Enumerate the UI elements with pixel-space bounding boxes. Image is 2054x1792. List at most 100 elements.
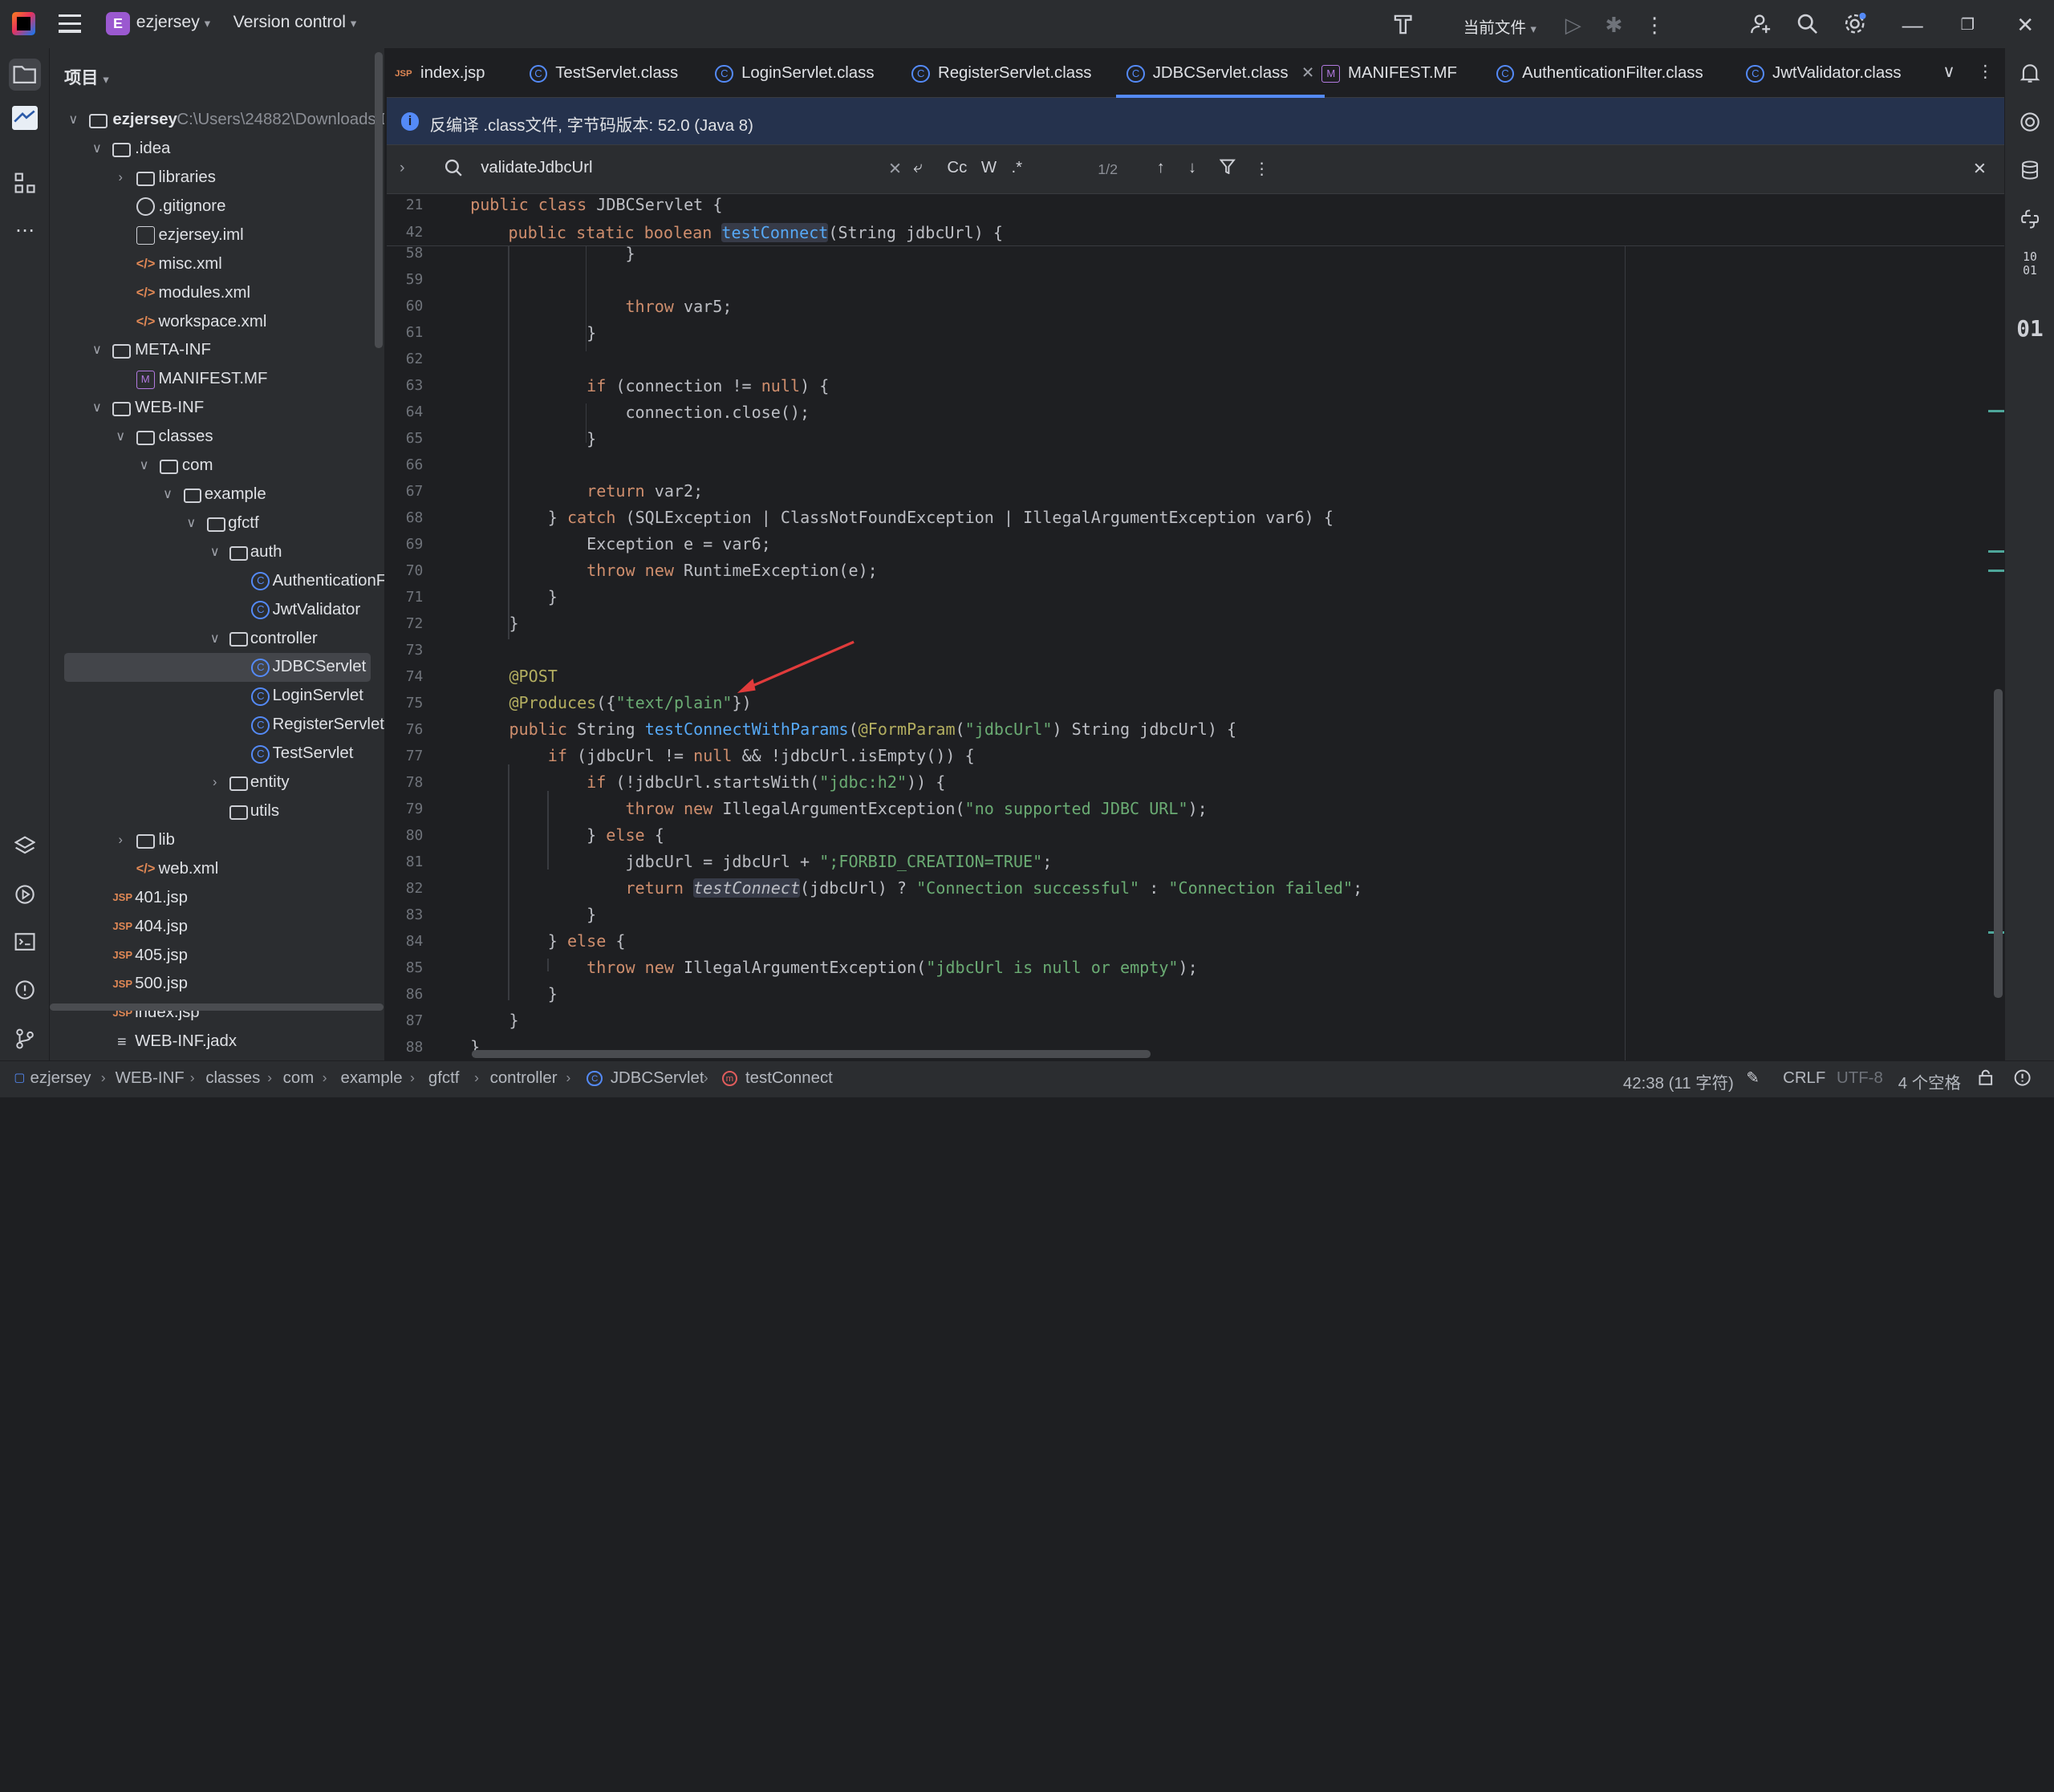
project-horizontal-scrollbar[interactable] bbox=[50, 1003, 384, 1012]
tree-item[interactable]: ∨ classes bbox=[50, 423, 384, 452]
code-line[interactable]: connection.close(); bbox=[625, 403, 810, 422]
tree-item[interactable]: .gitignore bbox=[50, 193, 384, 221]
python-console-icon[interactable] bbox=[2015, 205, 2044, 233]
no-edit-pencil-icon[interactable]: ✎ bbox=[1743, 1069, 1762, 1088]
more-actions-icon[interactable]: ⋮ bbox=[1642, 12, 1668, 39]
code-editor[interactable]: 58} 59 60 throw var5; 61} 62 63 if (connection … bbox=[386, 193, 2005, 1061]
code-line[interactable]: } else { bbox=[548, 931, 626, 951]
indent-setting[interactable]: 4 个空格 bbox=[1898, 1069, 1961, 1093]
breadcrumb-item[interactable]: controller bbox=[490, 1069, 558, 1088]
tree-item[interactable]: JSP 404.jsp bbox=[50, 913, 384, 942]
breadcrumb-item[interactable]: testConnect bbox=[745, 1069, 833, 1088]
code-line[interactable]: } bbox=[587, 323, 596, 343]
breadcrumb-item[interactable]: WEB-INF bbox=[116, 1069, 185, 1088]
tree-item-selected[interactable]: C JDBCServlet bbox=[63, 653, 371, 683]
add-user-icon[interactable] bbox=[1748, 12, 1774, 39]
code-line[interactable]: } bbox=[548, 984, 558, 1003]
notifications-bell-icon[interactable] bbox=[2015, 59, 2044, 87]
jadx-plugin-icon[interactable] bbox=[11, 106, 39, 130]
tree-item[interactable]: ∨ auth bbox=[50, 538, 384, 567]
code-line[interactable]: } bbox=[509, 1011, 518, 1030]
minimize-window-icon[interactable]: — bbox=[1899, 12, 1926, 39]
tab-jdbcservlet[interactable]: C JDBCServlet.class ✕ bbox=[1116, 48, 1326, 99]
project-panel-title[interactable]: 项目 ▾ bbox=[64, 64, 109, 89]
clear-search-icon[interactable]: ✕ bbox=[888, 159, 902, 179]
git-icon[interactable] bbox=[9, 1023, 40, 1054]
previous-occurrence-icon[interactable]: ↑ bbox=[1157, 159, 1165, 177]
binary-editor-icon[interactable]: 01 bbox=[2015, 314, 2044, 343]
file-encoding[interactable]: UTF-8 bbox=[1837, 1069, 1883, 1088]
restore-window-icon[interactable]: ❐ bbox=[1955, 12, 1981, 39]
run-config-selector[interactable]: 当前文件 ▾ bbox=[1463, 14, 1536, 38]
tree-item[interactable]: ∨ .idea bbox=[50, 135, 384, 164]
tree-item[interactable]: ∨ gfctf bbox=[50, 509, 384, 538]
tree-item[interactable]: ezjersey.iml bbox=[50, 221, 384, 250]
project-folder-icon[interactable] bbox=[9, 59, 41, 91]
code-line[interactable]: jdbcUrl = jdbcUrl + ";FORBID_CREATION=TR… bbox=[625, 852, 1052, 871]
tree-item[interactable]: </> web.xml bbox=[50, 855, 384, 884]
code-line[interactable]: return var2; bbox=[587, 481, 703, 501]
tree-item[interactable]: JSP 401.jsp bbox=[50, 884, 384, 913]
search-everywhere-icon[interactable] bbox=[1795, 12, 1821, 39]
tab-manifest[interactable]: M MANIFEST.MF bbox=[1321, 48, 1457, 98]
code-line[interactable]: throw var5; bbox=[625, 297, 732, 316]
layers-icon[interactable] bbox=[9, 830, 40, 862]
tab-loginservlet[interactable]: C LoginServlet.class bbox=[715, 48, 875, 98]
code-line[interactable]: throw new IllegalArgumentException("no s… bbox=[625, 799, 1207, 818]
terminal-icon[interactable] bbox=[9, 926, 40, 957]
services-run-icon[interactable] bbox=[9, 879, 40, 910]
scroll-marker[interactable] bbox=[1988, 410, 2004, 413]
line-separator[interactable]: CRLF bbox=[1783, 1069, 1825, 1088]
tabs-dropdown-icon[interactable]: ∨ bbox=[1942, 62, 1955, 82]
editor-vertical-scrollbar[interactable] bbox=[1993, 688, 2003, 999]
tabs-more-icon[interactable]: ⋮ bbox=[1977, 62, 1994, 82]
search-more-icon[interactable]: ⋮ bbox=[1253, 159, 1269, 179]
tree-item[interactable]: JSP 405.jsp bbox=[50, 942, 384, 971]
breadcrumb-item[interactable]: JDBCServlet bbox=[611, 1069, 704, 1088]
code-line[interactable]: } bbox=[587, 429, 596, 448]
breadcrumb-item[interactable]: example bbox=[341, 1069, 403, 1088]
code-line[interactable]: } bbox=[625, 244, 635, 263]
breadcrumb-item[interactable]: ezjersey bbox=[30, 1069, 91, 1088]
structure-icon[interactable] bbox=[9, 168, 40, 199]
tree-item[interactable]: ∨ example bbox=[50, 480, 384, 509]
next-occurrence-icon[interactable]: ↓ bbox=[1188, 159, 1196, 177]
code-line[interactable]: } bbox=[548, 587, 558, 606]
more-tool-windows-icon[interactable]: ⋯ bbox=[9, 215, 40, 246]
code-line[interactable]: public String testConnectWithParams(@For… bbox=[509, 720, 1236, 739]
code-line[interactable]: Exception e = var6; bbox=[587, 534, 771, 553]
close-tab-icon[interactable]: ✕ bbox=[1301, 64, 1314, 82]
code-line[interactable]: } bbox=[509, 614, 518, 633]
caret-position[interactable]: 42:38 (11 字符) bbox=[1623, 1069, 1734, 1093]
code-line[interactable]: throw new RuntimeException(e); bbox=[587, 561, 878, 580]
tab-index-jsp[interactable]: JSP index.jsp bbox=[394, 48, 485, 98]
bytecode-viewer-icon[interactable]: 10 01 bbox=[2015, 251, 2044, 280]
expand-replace-icon[interactable]: › bbox=[400, 159, 405, 177]
regex-toggle[interactable]: .* bbox=[1011, 159, 1022, 177]
tree-item[interactable]: C LoginServlet bbox=[50, 682, 384, 711]
tab-registerservlet[interactable]: C RegisterServlet.class bbox=[911, 48, 1091, 98]
tab-testservlet[interactable]: C TestServlet.class bbox=[529, 48, 678, 98]
tree-item[interactable]: C TestServlet bbox=[50, 740, 384, 768]
sticky-line-method[interactable]: public static boolean testConnect(String… bbox=[508, 222, 1003, 242]
code-line[interactable]: } catch (SQLException | ClassNotFoundExc… bbox=[548, 508, 1333, 527]
tab-authenticationfilter[interactable]: C AuthenticationFilter.class bbox=[1496, 48, 1703, 98]
tree-item[interactable]: </> misc.xml bbox=[50, 250, 384, 279]
problems-status-icon[interactable] bbox=[2013, 1069, 2032, 1088]
filter-icon[interactable] bbox=[1219, 159, 1236, 180]
tree-item[interactable]: ∨ WEB-INF bbox=[50, 394, 384, 423]
tree-item[interactable]: ≡ WEB-INF.jadx bbox=[50, 1028, 384, 1056]
run-icon[interactable]: ▷ bbox=[1561, 12, 1587, 39]
tree-item[interactable]: C AuthenticationFi bbox=[50, 567, 384, 596]
problems-icon[interactable] bbox=[9, 975, 40, 1006]
tree-item[interactable]: JSP 500.jsp bbox=[50, 970, 384, 999]
tree-item[interactable]: C JwtValidator bbox=[50, 596, 384, 625]
whole-words-toggle[interactable]: W bbox=[981, 159, 997, 177]
version-control-menu[interactable]: Version control ▾ bbox=[233, 13, 357, 32]
code-line[interactable]: if (connection != null) { bbox=[587, 376, 829, 395]
build-hammer-icon[interactable] bbox=[1390, 12, 1416, 39]
project-switcher[interactable]: ezjersey ▾ bbox=[136, 13, 210, 32]
code-line[interactable]: } bbox=[587, 905, 596, 924]
tree-item[interactable]: ∨ META-INF bbox=[50, 336, 384, 365]
scroll-marker[interactable] bbox=[1988, 570, 2004, 573]
